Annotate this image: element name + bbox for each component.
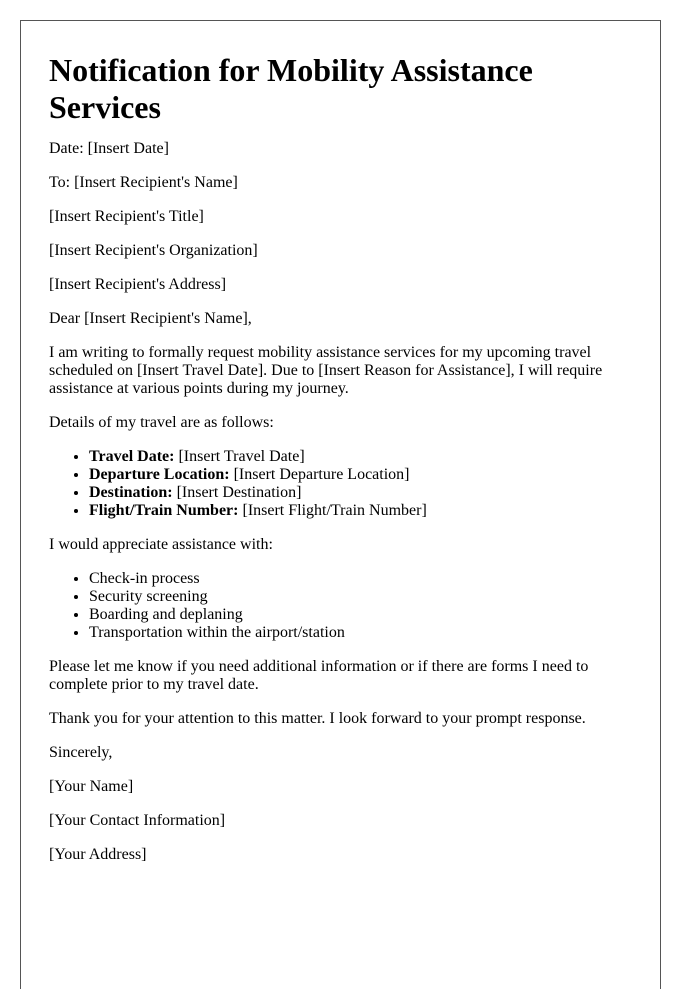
- assistance-heading: I would appreciate assistance with:: [49, 536, 273, 553]
- assistance-list: Check-in process Security screening Boar…: [49, 570, 630, 642]
- detail-value: [Insert Travel Date]: [174, 448, 305, 465]
- assistance-item: Security screening: [89, 588, 630, 606]
- detail-label: Flight/Train Number:: [89, 502, 239, 519]
- travel-details-list: Travel Date: [Insert Travel Date] Depart…: [49, 448, 630, 520]
- sender-name: [Your Name]: [49, 778, 134, 795]
- date-line: Date: [Insert Date]: [49, 140, 169, 157]
- detail-item-destination: Destination: [Insert Destination]: [89, 484, 630, 502]
- detail-item-flight-number: Flight/Train Number: [Insert Flight/Trai…: [89, 502, 630, 520]
- assistance-item: Boarding and deplaning: [89, 606, 630, 624]
- detail-value: [Insert Departure Location]: [229, 466, 410, 483]
- detail-label: Travel Date:: [89, 448, 175, 465]
- thanks-paragraph: Thank you for your attention to this mat…: [49, 710, 586, 727]
- recipient-organization: [Insert Recipient's Organization]: [49, 242, 258, 259]
- assistance-item: Transportation within the airport/statio…: [89, 624, 630, 642]
- letter-title: Notification for Mobility Assistance Ser…: [49, 52, 533, 125]
- salutation: Dear [Insert Recipient's Name],: [49, 310, 252, 327]
- assistance-item: Check-in process: [89, 570, 630, 588]
- sender-address: [Your Address]: [49, 846, 147, 863]
- recipient-name-line: To: [Insert Recipient's Name]: [49, 174, 238, 191]
- detail-label: Destination:: [89, 484, 173, 501]
- followup-paragraph: Please let me know if you need additiona…: [49, 658, 589, 693]
- detail-label: Departure Location:: [89, 466, 230, 483]
- intro-paragraph: I am writing to formally request mobilit…: [49, 344, 603, 397]
- detail-value: [Insert Flight/Train Number]: [238, 502, 427, 519]
- recipient-title: [Insert Recipient's Title]: [49, 208, 204, 225]
- sender-contact: [Your Contact Information]: [49, 812, 226, 829]
- detail-item-travel-date: Travel Date: [Insert Travel Date]: [89, 448, 630, 466]
- closing: Sincerely,: [49, 744, 113, 761]
- recipient-address: [Insert Recipient's Address]: [49, 276, 227, 293]
- details-heading: Details of my travel are as follows:: [49, 414, 274, 431]
- letter-container: Notification for Mobility Assistance Ser…: [20, 20, 661, 989]
- detail-item-departure: Departure Location: [Insert Departure Lo…: [89, 466, 630, 484]
- detail-value: [Insert Destination]: [172, 484, 302, 501]
